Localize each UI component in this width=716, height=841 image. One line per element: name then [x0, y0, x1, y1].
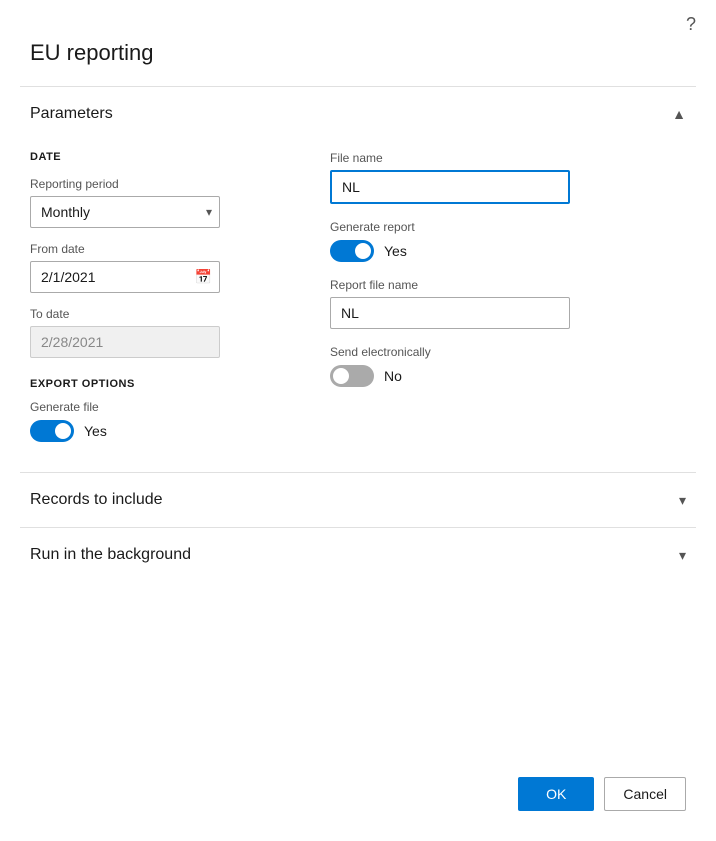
bottom-buttons: OK Cancel [518, 777, 686, 811]
help-icon[interactable]: ? [686, 14, 696, 35]
generate-report-label: Generate report [330, 220, 686, 234]
parameters-two-col: DATE Reporting period Monthly Quarterly … [30, 151, 686, 442]
generate-report-toggle[interactable] [330, 240, 374, 262]
generate-file-text: Yes [84, 423, 107, 439]
ok-button[interactable]: OK [518, 777, 594, 811]
generate-file-toggle-row: Yes [30, 420, 290, 442]
send-electronically-text: No [384, 368, 402, 384]
right-col: File name Generate report Yes Report fil… [330, 151, 686, 442]
from-date-input[interactable] [30, 261, 220, 293]
generate-report-text: Yes [384, 243, 407, 259]
page-title: EU reporting [0, 0, 716, 86]
parameters-title: Parameters [30, 105, 113, 123]
reporting-period-group: Reporting period Monthly Quarterly Yearl… [30, 177, 290, 228]
parameters-section-header[interactable]: Parameters ▲ [20, 87, 696, 141]
records-section: Records to include ▾ [20, 472, 696, 527]
date-label: DATE [30, 151, 290, 163]
background-section-header[interactable]: Run in the background ▾ [20, 528, 696, 582]
background-title: Run in the background [30, 546, 191, 564]
reporting-period-label: Reporting period [30, 177, 290, 191]
records-section-header[interactable]: Records to include ▾ [20, 473, 696, 527]
from-date-group: From date 📅 [30, 242, 290, 293]
from-date-label: From date [30, 242, 290, 256]
send-electronically-toggle[interactable] [330, 365, 374, 387]
report-file-name-input[interactable] [330, 297, 570, 329]
background-section: Run in the background ▾ [20, 527, 696, 582]
send-electronically-toggle-row: No [330, 365, 686, 387]
to-date-wrapper [30, 326, 220, 358]
parameters-chevron: ▲ [672, 106, 686, 122]
generate-report-toggle-row: Yes [330, 240, 686, 262]
background-chevron: ▾ [679, 547, 686, 564]
reporting-period-wrapper: Monthly Quarterly Yearly ▾ [30, 196, 220, 228]
generate-file-label: Generate file [30, 400, 290, 414]
to-date-label: To date [30, 307, 290, 321]
parameters-section: Parameters ▲ DATE Reporting period Month… [20, 86, 696, 472]
to-date-group: To date [30, 307, 290, 358]
export-options-label: EXPORT OPTIONS [30, 378, 290, 390]
cancel-button[interactable]: Cancel [604, 777, 686, 811]
send-electronically-label: Send electronically [330, 345, 686, 359]
from-date-wrapper: 📅 [30, 261, 220, 293]
reporting-period-select[interactable]: Monthly Quarterly Yearly [30, 196, 220, 228]
left-col: DATE Reporting period Monthly Quarterly … [30, 151, 290, 442]
generate-file-toggle[interactable] [30, 420, 74, 442]
records-title: Records to include [30, 491, 163, 509]
report-file-name-label: Report file name [330, 278, 686, 292]
file-name-label: File name [330, 151, 686, 165]
records-chevron: ▾ [679, 492, 686, 509]
to-date-input [30, 326, 220, 358]
file-name-input[interactable] [330, 170, 570, 204]
parameters-content: DATE Reporting period Monthly Quarterly … [20, 141, 696, 472]
